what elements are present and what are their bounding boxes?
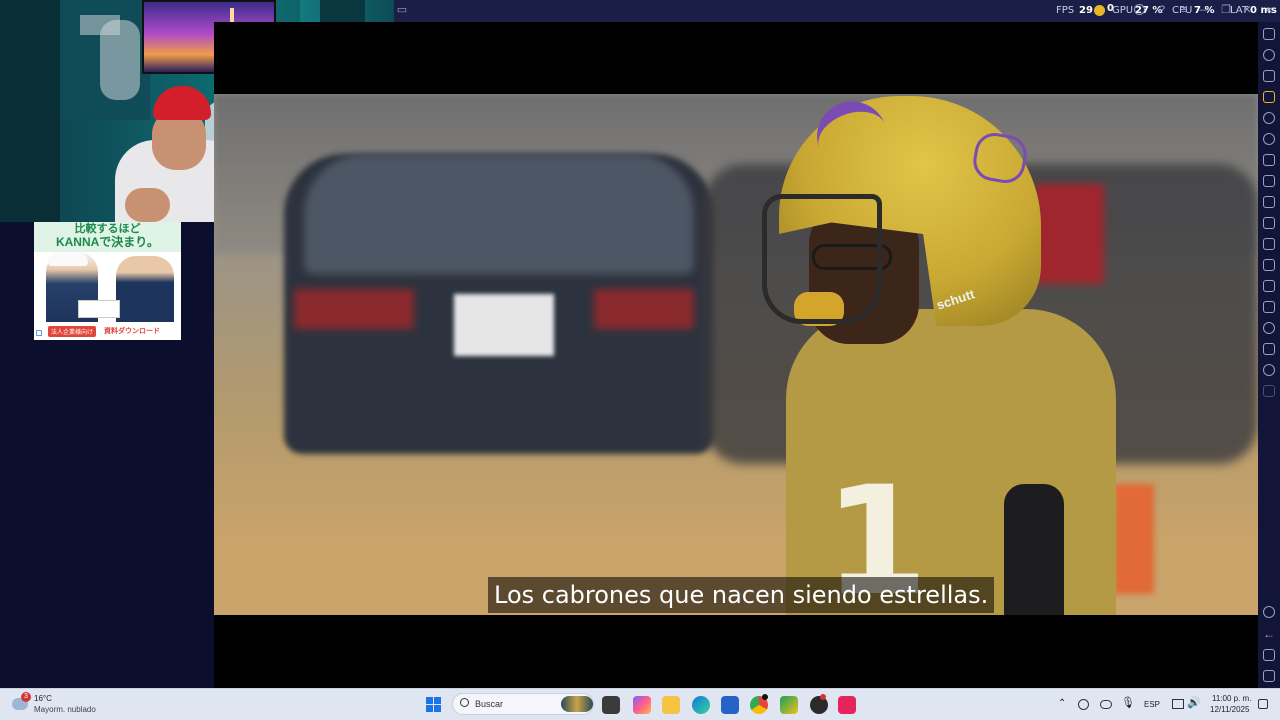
ad-info-icon[interactable] (36, 330, 42, 336)
gallery-icon[interactable] (1263, 238, 1275, 250)
ad-hardhat (48, 252, 88, 266)
windows-start-icon[interactable] (426, 697, 442, 713)
home-icon[interactable] (1263, 649, 1275, 661)
help-icon[interactable]: ? (1156, 4, 1168, 16)
video-cone (1114, 484, 1154, 594)
taskbar-search[interactable]: Buscar (452, 693, 594, 715)
notifications-icon[interactable] (1258, 699, 1268, 709)
ad-cta[interactable]: 資料ダウンロード (104, 326, 160, 336)
clock-date[interactable]: 12/11/2025 (1210, 705, 1249, 714)
video-letterbox-top (214, 22, 1258, 94)
recent-apps-icon[interactable] (1263, 670, 1275, 682)
video-car-window (304, 154, 694, 274)
ad-document (78, 300, 120, 318)
video-facemask (762, 194, 882, 324)
coin-icon (1094, 5, 1105, 16)
video-license-plate (454, 294, 554, 356)
microphone-icon[interactable]: 🎙 (1121, 696, 1135, 709)
media-manager-icon[interactable] (1263, 70, 1275, 82)
account-icon[interactable] (1134, 4, 1145, 15)
video-letterbox-bottom (214, 615, 1258, 688)
video-taillight-right (594, 289, 694, 329)
video-player-arm (1004, 484, 1064, 615)
video-subtitle: Los cabrones que nacen siendo estrellas. (488, 577, 995, 613)
weather-badge: 3 (21, 692, 31, 702)
sync-tray-icon[interactable] (1078, 699, 1089, 710)
window-icon[interactable]: ▭ (396, 4, 408, 16)
task-view-icon[interactable] (602, 696, 620, 714)
windows-taskbar: 3 16°C Mayorm. nublado ⌃ 🎙 ESP 🔊 11:00 p… (0, 688, 1280, 720)
emulator-icon[interactable] (780, 696, 798, 714)
emulator-side-toolbar: ← (1258, 22, 1280, 688)
ad-person-right (116, 256, 174, 322)
settings-icon[interactable] (1263, 606, 1275, 618)
fullscreen-icon[interactable] (1263, 28, 1275, 40)
webcam-wall-left (0, 0, 60, 222)
webcam-background-person (100, 20, 140, 100)
volume-icon[interactable] (1263, 49, 1275, 61)
weather-desc[interactable]: Mayorm. nublado (34, 705, 96, 714)
location-icon[interactable] (1263, 322, 1275, 334)
app-badge (820, 694, 826, 700)
performance-icon[interactable] (1263, 175, 1275, 187)
menu-icon[interactable]: ≡ (1178, 4, 1190, 16)
copilot-icon[interactable] (633, 696, 651, 714)
airplane-icon[interactable] (1263, 259, 1275, 271)
back-icon[interactable]: ← (1263, 628, 1275, 640)
language-indicator[interactable]: ESP (1144, 700, 1160, 709)
search-icon (460, 698, 469, 707)
sync-icon[interactable] (1263, 133, 1275, 145)
weather-temp[interactable]: 16°C (34, 694, 52, 703)
minimize-icon[interactable]: — (1199, 4, 1211, 16)
video-taillight-left (294, 289, 414, 329)
eco-mode-icon[interactable] (1263, 301, 1275, 313)
restore-icon[interactable]: ❐ (1220, 4, 1232, 16)
volume-tray-icon[interactable]: 🔊 (1187, 696, 1201, 709)
rotate-icon[interactable] (1263, 112, 1275, 124)
file-explorer-icon[interactable] (662, 696, 680, 714)
fps-value: 29 (1079, 5, 1093, 16)
edge-icon[interactable] (692, 696, 710, 714)
tiktok-icon[interactable] (838, 696, 856, 714)
search-placeholder: Buscar (475, 699, 504, 709)
webcam-person-hand (125, 188, 170, 222)
layers-icon[interactable] (1263, 343, 1275, 355)
screenshot-icon[interactable] (1263, 196, 1275, 208)
fps-label: FPS (1056, 5, 1075, 16)
clock-time[interactable]: 11:00 p. m. (1212, 694, 1251, 703)
close-icon[interactable]: ✕ (1241, 4, 1253, 16)
show-hidden-icons[interactable]: ⌃ (1058, 698, 1066, 709)
chrome-badge (762, 694, 768, 700)
webcam-person-cap (153, 86, 211, 120)
gpu-label: GPU (1112, 5, 1134, 16)
ad-tag: 法人企業様向け (48, 326, 97, 337)
more-icon[interactable] (1263, 385, 1275, 397)
store-app-icon[interactable] (721, 696, 739, 714)
video-taillight-far (1034, 184, 1104, 284)
record-icon[interactable] (1263, 217, 1275, 229)
macro-icon[interactable] (1263, 364, 1275, 376)
network-icon[interactable] (1172, 699, 1184, 709)
multi-instance-icon[interactable] (1263, 280, 1275, 292)
emulator-top-bar: ▭ FPS 29 0 GPU 27 % CPU 7 % ? ≡ — LAT 0 … (394, 0, 1280, 22)
gamepad-icon[interactable] (1263, 154, 1275, 166)
collapse-icon[interactable]: « (1263, 4, 1275, 16)
advertisement[interactable]: 比較するほど KANNAで決まり。 法人企業様向け 資料ダウンロード (34, 222, 181, 340)
store-icon[interactable] (1263, 91, 1275, 103)
ad-headline-2: KANNAで決まり。 (55, 235, 160, 249)
onedrive-icon[interactable] (1100, 700, 1112, 709)
video-frame[interactable]: 10 schutt (214, 94, 1258, 615)
search-highlight-image (561, 696, 593, 712)
